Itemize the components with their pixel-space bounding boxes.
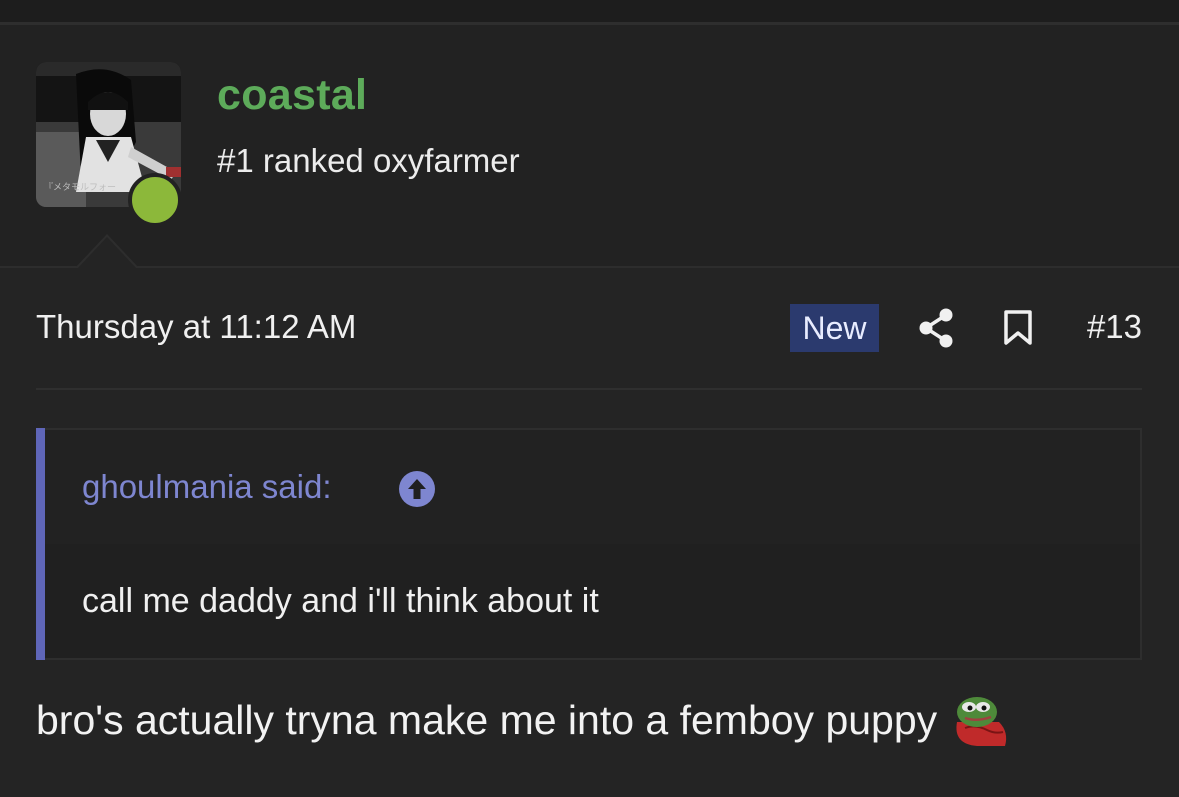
username-link[interactable]: coastal [217, 71, 367, 120]
bookmark-icon[interactable] [1003, 310, 1033, 346]
post-number-link[interactable]: #13 [1087, 308, 1142, 346]
post-timestamp[interactable]: Thursday at 11:12 AM [36, 308, 356, 346]
quote-author-link[interactable]: ghoulmania said: [82, 468, 332, 506]
post-message-text: bro's actually tryna make me into a femb… [36, 696, 938, 743]
message-pointer-inner [77, 237, 137, 269]
top-strip [0, 0, 1179, 25]
share-icon[interactable] [918, 308, 954, 348]
arrow-up-circle-icon[interactable] [398, 470, 436, 508]
post-message: bro's actually tryna make me into a femb… [36, 692, 1011, 748]
quote-accent-bar [36, 428, 45, 660]
pepe-emoji-icon [947, 692, 1011, 748]
online-status-indicator [128, 173, 182, 227]
user-divider [0, 266, 1179, 268]
avatar-caption: 『メタモルフォー [44, 182, 116, 193]
new-badge: New [790, 304, 879, 352]
quote-text: call me daddy and i'll think about it [82, 582, 599, 620]
user-title: #1 ranked oxyfarmer [217, 142, 520, 179]
meta-divider [36, 388, 1142, 390]
post-meta-bar: Thursday at 11:12 AM New #13 [36, 296, 1142, 360]
